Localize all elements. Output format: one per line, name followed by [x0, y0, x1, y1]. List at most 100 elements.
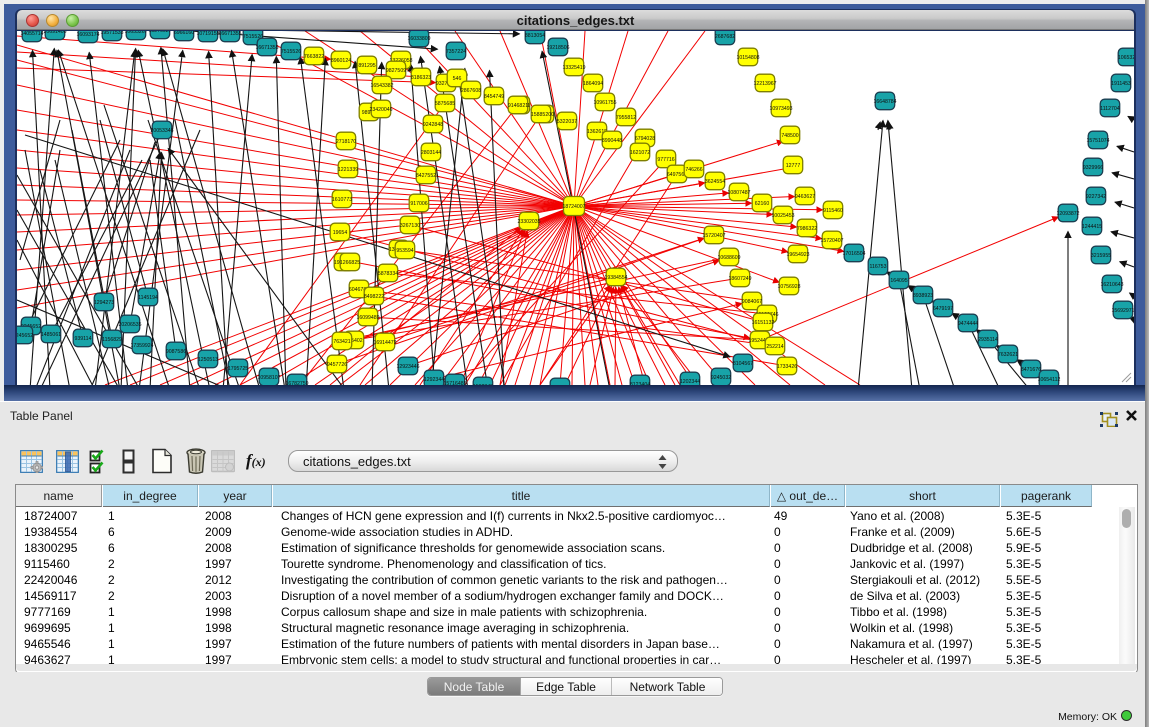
svg-text:164095: 164095: [890, 278, 907, 284]
svg-text:5878334: 5878334: [378, 271, 398, 277]
svg-text:1588520: 1588520: [531, 112, 551, 118]
svg-text:20691406: 20691406: [43, 31, 66, 35]
svg-text:10025453: 10025453: [771, 213, 794, 219]
svg-text:2803144: 2803144: [421, 150, 441, 156]
svg-text:17359924: 17359924: [130, 343, 153, 349]
svg-text:6479197: 6479197: [933, 306, 953, 312]
svg-text:13325419: 13325419: [562, 65, 585, 71]
svg-text:917006: 917006: [410, 201, 427, 207]
svg-text:9827509: 9827509: [386, 68, 406, 74]
svg-text:15276027: 15276027: [148, 31, 171, 34]
svg-text:748500: 748500: [781, 133, 798, 139]
svg-text:5875685: 5875685: [435, 101, 455, 107]
svg-text:7663822: 7663822: [304, 54, 324, 60]
svg-text:12923446: 12923446: [396, 364, 419, 370]
svg-text:16648784: 16648784: [873, 99, 896, 105]
svg-text:1244415: 1244415: [1082, 224, 1102, 230]
svg-text:9457726: 9457726: [327, 362, 347, 368]
svg-text:18607249: 18607249: [728, 276, 751, 282]
svg-text:8186323: 8186323: [411, 75, 431, 81]
svg-text:10961755: 10961755: [593, 100, 616, 106]
svg-text:10654112: 10654112: [1038, 377, 1061, 383]
svg-text:17016504: 17016504: [842, 251, 865, 257]
svg-text:2935114: 2935114: [978, 337, 998, 343]
svg-text:23302035: 23302035: [517, 219, 540, 225]
svg-text:20053346: 20053346: [150, 128, 173, 134]
svg-text:9474444: 9474444: [958, 321, 978, 327]
svg-text:2687682: 2687682: [715, 34, 735, 40]
svg-text:1621072: 1621072: [630, 150, 650, 156]
svg-text:939114: 939114: [75, 336, 92, 342]
svg-text:20206535: 20206535: [118, 322, 141, 328]
svg-text:2718170: 2718170: [336, 139, 356, 145]
svg-text:3215955: 3215955: [1091, 253, 1111, 259]
svg-text:9227342: 9227342: [1086, 194, 1106, 200]
svg-text:19571533: 19571533: [100, 31, 123, 36]
svg-text:8960124: 8960124: [331, 58, 351, 64]
svg-text:10154808: 10154808: [736, 55, 759, 61]
svg-text:12213967: 12213967: [753, 81, 776, 87]
svg-text:763421: 763421: [333, 339, 350, 345]
svg-text:15751074: 15751074: [1086, 138, 1109, 144]
svg-text:62160: 62160: [755, 201, 770, 207]
svg-text:1112704: 1112704: [1100, 106, 1120, 112]
svg-text:16671355: 16671355: [255, 45, 278, 51]
svg-text:1065326: 1065326: [1118, 55, 1134, 61]
svg-text:3624554: 3624554: [705, 179, 725, 185]
svg-text:8454749: 8454749: [484, 94, 504, 100]
svg-text:8938923: 8938923: [913, 293, 933, 299]
svg-text:8990448: 8990448: [602, 138, 622, 144]
svg-text:10958107: 10958107: [257, 375, 280, 381]
svg-text:16671355: 16671355: [218, 31, 241, 37]
svg-text:19654923: 19654923: [786, 252, 809, 258]
svg-text:8813054: 8813054: [525, 33, 545, 39]
svg-text:8471676: 8471676: [1021, 367, 1041, 373]
svg-text:1795725: 1795725: [228, 366, 248, 372]
svg-text:7357224: 7357224: [446, 49, 466, 55]
svg-text:1221339: 1221339: [338, 167, 358, 173]
svg-text:546: 546: [453, 76, 462, 82]
svg-text:9115460: 9115460: [823, 208, 843, 214]
svg-text:8427552: 8427552: [416, 173, 436, 179]
svg-text:1911453: 1911453: [1111, 81, 1131, 87]
svg-text:1610773: 1610773: [332, 197, 352, 203]
svg-text:16099489: 16099489: [356, 315, 379, 321]
svg-text:9329966: 9329966: [1083, 165, 1103, 171]
svg-text:891295: 891295: [358, 63, 375, 69]
svg-text:8104567: 8104567: [733, 361, 753, 367]
svg-text:977716: 977716: [657, 157, 674, 163]
svg-text:15720407: 15720407: [820, 238, 843, 244]
svg-text:10973493: 10973493: [769, 106, 792, 112]
svg-text:14055714: 14055714: [20, 31, 43, 37]
svg-text:9087586: 9087586: [166, 349, 186, 355]
svg-text:7632621: 7632621: [998, 352, 1018, 358]
svg-text:5322037: 5322037: [557, 119, 577, 125]
svg-text:9463627: 9463627: [795, 194, 815, 200]
svg-text:116753: 116753: [870, 264, 887, 270]
svg-text:2867608: 2867608: [461, 88, 481, 94]
svg-text:1156829: 1156829: [102, 337, 122, 343]
svg-text:16151132: 16151132: [752, 320, 775, 326]
svg-text:9146821: 9146821: [508, 103, 528, 109]
svg-text:9245032: 9245032: [711, 375, 731, 381]
svg-text:953594: 953594: [396, 248, 413, 254]
svg-text:19218506: 19218506: [546, 45, 569, 51]
svg-text:18724007: 18724007: [562, 204, 585, 210]
svg-text:10756928: 10756928: [777, 284, 800, 290]
svg-text:1292344: 1292344: [424, 377, 444, 383]
svg-text:7515526: 7515526: [281, 49, 301, 55]
svg-text:9242848: 9242848: [423, 122, 443, 128]
svg-text:7955812: 7955812: [616, 115, 636, 121]
svg-text:1294273: 1294273: [94, 300, 114, 306]
svg-text:23420046: 23420046: [369, 107, 392, 113]
svg-text:10653267: 10653267: [124, 31, 147, 35]
svg-text:10688609: 10688609: [717, 255, 740, 261]
svg-text:252214: 252214: [766, 344, 783, 350]
svg-text:12093872: 12093872: [1056, 211, 1079, 217]
svg-text:9084067: 9084067: [742, 299, 762, 305]
svg-text:1733426: 1733426: [777, 364, 797, 370]
svg-text:15692971: 15692971: [1111, 308, 1134, 314]
svg-text:16543382: 16543382: [370, 83, 393, 89]
svg-text:6966160: 6966160: [174, 31, 194, 36]
svg-text:16033809: 16033809: [407, 36, 430, 42]
